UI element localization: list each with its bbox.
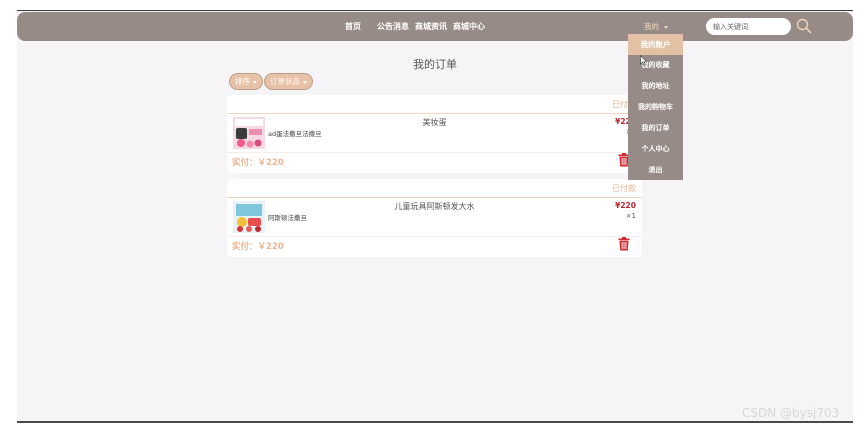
- mouse-pointer-icon: [640, 55, 647, 66]
- product-description: ad蛋法撒旦法撒旦: [268, 130, 322, 138]
- product-name: 美妆蛋: [422, 118, 447, 127]
- paid-amount: 实付：￥220: [232, 242, 284, 252]
- trash-icon[interactable]: [618, 237, 630, 251]
- nav-home[interactable]: 首页: [345, 21, 361, 32]
- order-status-button[interactable]: 订单状态: [264, 73, 313, 90]
- caret-down-icon: [664, 25, 668, 29]
- caret-down-icon: [253, 80, 257, 84]
- nav-notices[interactable]: 公告消息: [377, 21, 409, 32]
- frame-bottom-border: [17, 421, 853, 423]
- divider: [227, 152, 642, 153]
- product-description: 阿斯顿法撒旦: [268, 214, 307, 222]
- divider: [227, 197, 642, 198]
- menu-item-favorites[interactable]: 我的收藏: [628, 55, 683, 76]
- nav-mine-label: 我的: [644, 22, 659, 31]
- menu-item-logout[interactable]: 退出: [628, 160, 683, 181]
- nav-mall-center[interactable]: 商城中心: [453, 21, 485, 32]
- account-dropdown-menu: 我的账户 我的收藏 我的地址 我的购物车 我的订单 个人中心 退出: [628, 34, 683, 180]
- divider: [227, 113, 642, 114]
- order-status-label: 订单状态: [270, 77, 300, 86]
- order-status: 已付款: [612, 184, 636, 193]
- page-title: 我的订单: [413, 58, 457, 71]
- order-card: 已付款 美妆蛋 ad蛋法撒旦法撒旦 ¥220 ×1 实付：￥220: [227, 95, 642, 173]
- product-quantity: ×1: [625, 212, 636, 220]
- sort-button[interactable]: 排序: [229, 73, 263, 90]
- search-icon[interactable]: [796, 18, 812, 34]
- nav-news[interactable]: 商城资讯: [415, 21, 447, 32]
- app-frame: 首页 公告消息 商城资讯 商城中心 我的 我的账户 我的收藏 我的地址 我的购物…: [17, 10, 853, 422]
- caret-down-icon: [303, 80, 307, 84]
- nav-mine-menu[interactable]: 我的: [644, 21, 668, 32]
- product-price: ¥220: [615, 201, 636, 210]
- menu-item-profile[interactable]: 个人中心: [628, 139, 683, 160]
- menu-item-my-account[interactable]: 我的账户: [628, 34, 683, 55]
- menu-item-cart[interactable]: 我的购物车: [628, 97, 683, 118]
- sort-label: 排序: [235, 77, 250, 86]
- watermark: CSDN @bysj703: [742, 406, 840, 420]
- menu-item-address[interactable]: 我的地址: [628, 76, 683, 97]
- order-card: 已付款 儿童玩具阿斯顿发大水 阿斯顿法撒旦 ¥220 ×1 实付：￥220: [227, 179, 642, 257]
- menu-item-orders[interactable]: 我的订单: [628, 118, 683, 139]
- divider: [227, 236, 642, 237]
- search-input[interactable]: [706, 18, 791, 35]
- paid-amount: 实付：￥220: [232, 158, 284, 168]
- top-navbar: 首页 公告消息 商城资讯 商城中心 我的: [17, 12, 853, 41]
- product-name: 儿童玩具阿斯顿发大水: [394, 202, 475, 211]
